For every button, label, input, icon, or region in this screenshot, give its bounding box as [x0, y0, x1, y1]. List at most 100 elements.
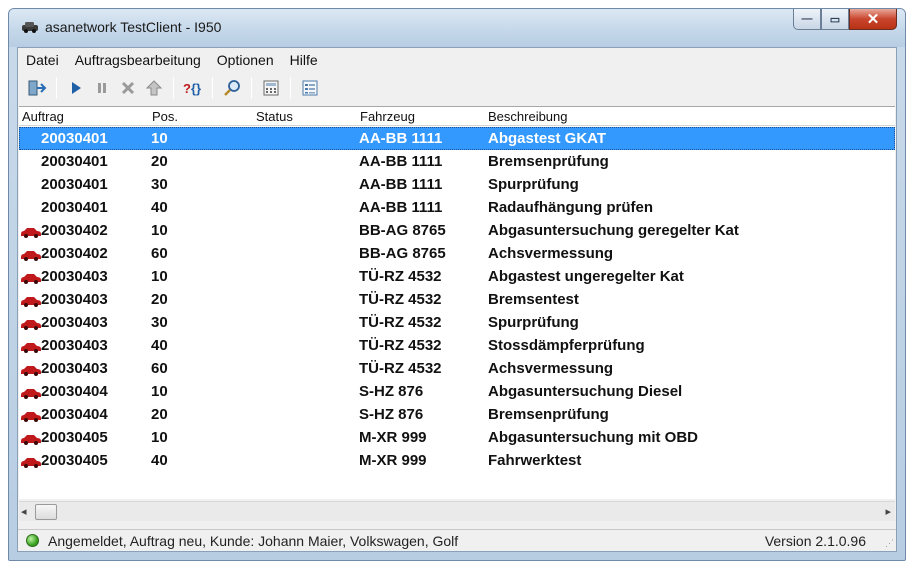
- cell-auftrag: 20030404: [41, 383, 108, 400]
- column-header-auftrag[interactable]: Auftrag: [19, 107, 149, 126]
- table-row[interactable]: 20030403 60 TÜ-RZ 4532 Achsvermessung: [19, 357, 895, 380]
- cell-fahrzeug: AA-BB 1111: [359, 199, 443, 216]
- title-bar[interactable]: asanetwork TestClient - I950 — ▭ ✕: [9, 9, 905, 47]
- column-header-beschreibung[interactable]: Beschreibung: [485, 107, 895, 126]
- scroll-left-arrow-icon[interactable]: ◂: [21, 505, 27, 518]
- cell-pos: 20: [151, 406, 168, 423]
- scrollbar-thumb[interactable]: [35, 504, 57, 520]
- cell-fahrzeug: BB-AG 8765: [359, 222, 446, 239]
- column-header-status[interactable]: Status: [253, 107, 357, 126]
- car-icon: [21, 366, 41, 376]
- table-row[interactable]: 20030405 10 M-XR 999 Abgasuntersuchung mit …: [19, 426, 895, 449]
- cell-beschreibung: Fahrwerktest: [488, 452, 582, 469]
- car-icon: [21, 228, 41, 238]
- cell-auftrag: 20030403: [41, 268, 108, 285]
- table-row[interactable]: 20030401 40 AA-BB 1111 Radaufhängung prüfen: [19, 196, 895, 219]
- menu-auftragsbearbeitung[interactable]: Auftragsbearbeitung: [67, 48, 209, 72]
- cell-pos: 10: [151, 429, 168, 446]
- table-row[interactable]: 20030403 30 TÜ-RZ 4532 Spurprüfung: [19, 311, 895, 334]
- version-label: Version 2.1.0.96: [764, 533, 866, 549]
- cell-fahrzeug: TÜ-RZ 4532: [359, 268, 442, 285]
- order-list[interactable]: Auftrag Pos. Status Fahrzeug Beschreibun…: [19, 106, 895, 499]
- table-row[interactable]: 20030401 20 AA-BB 1111 Bremsenprüfung: [19, 150, 895, 173]
- cell-pos: 60: [151, 245, 168, 262]
- status-bar: Angemeldet, Auftrag neu, Kunde: Johann M…: [18, 529, 896, 551]
- play-icon[interactable]: [63, 75, 89, 101]
- cell-fahrzeug: AA-BB 1111: [359, 130, 443, 147]
- table-row[interactable]: 20030403 10 TÜ-RZ 4532 Abgastest ungeregelt…: [19, 265, 895, 288]
- maximize-button[interactable]: ▭: [821, 9, 849, 30]
- column-header-fahrzeug[interactable]: Fahrzeug: [357, 107, 485, 126]
- table-row[interactable]: 20030403 40 TÜ-RZ 4532 Stossdämpferprüfung: [19, 334, 895, 357]
- resize-grip-icon[interactable]: ⋰: [885, 538, 894, 549]
- scroll-right-arrow-icon[interactable]: ▸: [885, 505, 891, 518]
- svg-text:?: ?: [183, 81, 191, 96]
- car-icon: [21, 297, 41, 307]
- exit-icon[interactable]: [24, 75, 50, 101]
- cell-pos: 40: [151, 337, 168, 354]
- menu-bar: Datei Auftragsbearbeitung Optionen Hilfe: [18, 48, 896, 72]
- cell-auftrag: 20030401: [41, 199, 108, 216]
- table-row[interactable]: 20030403 20 TÜ-RZ 4532 Bremsentest: [19, 288, 895, 311]
- client-area: Datei Auftragsbearbeitung Optionen Hilfe: [17, 47, 897, 552]
- menu-datei[interactable]: Datei: [18, 48, 67, 72]
- toolbar-separator: [290, 77, 291, 99]
- pause-icon[interactable]: [89, 75, 115, 101]
- search-icon[interactable]: [219, 75, 245, 101]
- cell-auftrag: 20030403: [41, 291, 108, 308]
- column-header-pos[interactable]: Pos.: [149, 107, 253, 126]
- car-icon: [21, 458, 41, 468]
- details-icon[interactable]: [297, 75, 323, 101]
- table-row[interactable]: 20030401 10 AA-BB 1111 Abgastest GKAT: [19, 127, 895, 150]
- car-icon: [21, 251, 41, 261]
- horizontal-scrollbar[interactable]: ◂ ▸: [19, 501, 895, 521]
- car-icon: [21, 412, 41, 422]
- cell-pos: 40: [151, 452, 168, 469]
- cell-fahrzeug: S-HZ 876: [359, 406, 424, 423]
- cell-auftrag: 20030402: [41, 222, 108, 239]
- cell-beschreibung: Abgastest ungeregelter Kat: [488, 268, 684, 285]
- close-button[interactable]: ✕: [849, 9, 897, 30]
- table-row[interactable]: 20030404 10 S-HZ 876 Abgasuntersuchung Dies…: [19, 380, 895, 403]
- cell-auftrag: 20030403: [41, 337, 108, 354]
- calculator-icon[interactable]: [258, 75, 284, 101]
- cell-fahrzeug: AA-BB 1111: [359, 176, 443, 193]
- menu-optionen[interactable]: Optionen: [209, 48, 282, 72]
- window-controls: — ▭ ✕: [793, 9, 897, 31]
- cell-beschreibung: Bremsenprüfung: [488, 153, 609, 170]
- cell-beschreibung: Radaufhängung prüfen: [488, 199, 653, 216]
- minimize-button[interactable]: —: [793, 9, 821, 30]
- list-header: Auftrag Pos. Status Fahrzeug Beschreibun…: [19, 107, 895, 126]
- cell-auftrag: 20030402: [41, 245, 108, 262]
- cell-beschreibung: Achsvermessung: [488, 360, 614, 377]
- table-row[interactable]: 20030404 20 S-HZ 876 Bremsenprüfung: [19, 403, 895, 426]
- cell-pos: 10: [151, 130, 168, 147]
- cell-auftrag: 20030403: [41, 360, 108, 377]
- cell-fahrzeug: TÜ-RZ 4532: [359, 291, 442, 308]
- cell-auftrag: 20030403: [41, 314, 108, 331]
- cell-pos: 30: [151, 176, 168, 193]
- toolbar-separator: [56, 77, 57, 99]
- table-row[interactable]: 20030405 40 M-XR 999 Fahrwerktest: [19, 449, 895, 472]
- table-row[interactable]: 20030402 60 BB-AG 8765 Achsvermessung: [19, 242, 895, 265]
- cell-fahrzeug: AA-BB 1111: [359, 153, 443, 170]
- cell-beschreibung: Achsvermessung: [488, 245, 614, 262]
- cell-beschreibung: Stossdämpferprüfung: [488, 337, 645, 354]
- car-icon: [21, 343, 41, 353]
- app-window: asanetwork TestClient - I950 — ▭ ✕ Datei…: [8, 8, 906, 561]
- cell-auftrag: 20030401: [41, 130, 108, 147]
- cell-fahrzeug: TÜ-RZ 4532: [359, 360, 442, 377]
- cell-auftrag: 20030405: [41, 452, 108, 469]
- cell-fahrzeug: M-XR 999: [359, 452, 427, 469]
- delete-icon[interactable]: [115, 75, 141, 101]
- table-row[interactable]: 20030402 10 BB-AG 8765 Abgasuntersuchung ge…: [19, 219, 895, 242]
- app-car-icon: [22, 22, 38, 33]
- upload-icon[interactable]: [141, 75, 167, 101]
- table-row[interactable]: 20030401 30 AA-BB 1111 Spurprüfung: [19, 173, 895, 196]
- menu-hilfe[interactable]: Hilfe: [282, 48, 326, 72]
- query-icon[interactable]: ?{}: [180, 75, 206, 101]
- cell-pos: 20: [151, 153, 168, 170]
- toolbar-separator: [173, 77, 174, 99]
- toolbar-separator: [212, 77, 213, 99]
- toolbar-separator: [251, 77, 252, 99]
